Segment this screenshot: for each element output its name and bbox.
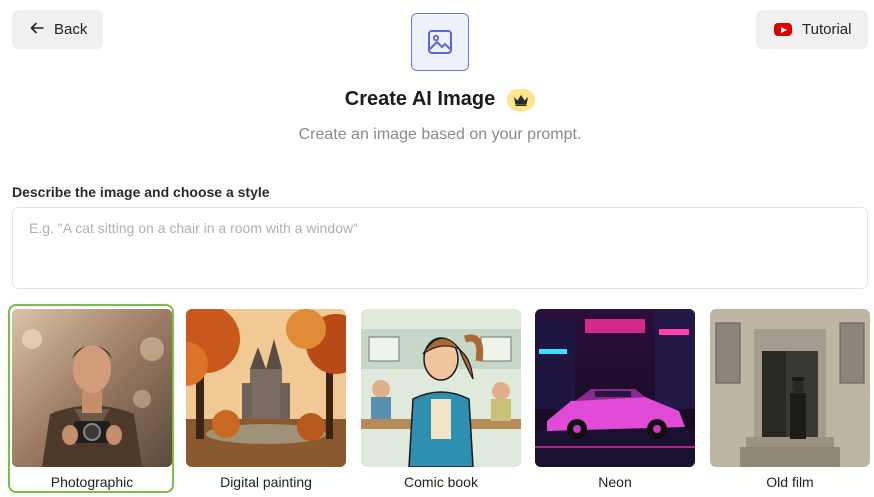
style-label: Photographic (50, 474, 134, 490)
style-thumbnail (186, 309, 346, 467)
style-thumbnail (12, 309, 172, 467)
tutorial-label: Tutorial (802, 21, 852, 38)
prompt-input[interactable] (12, 207, 868, 289)
style-label: Neon (598, 474, 632, 490)
style-thumbnail (535, 309, 695, 467)
back-button[interactable]: Back (12, 10, 103, 49)
style-thumbnail (361, 309, 521, 467)
prompt-label: Describe the image and choose a style (12, 184, 270, 200)
tutorial-button[interactable]: Tutorial (756, 10, 868, 49)
style-label: Digital painting (220, 474, 312, 490)
page-title: Create AI Image (344, 88, 496, 110)
style-label: Comic book (404, 474, 478, 490)
back-label: Back (54, 21, 88, 38)
youtube-icon (774, 23, 792, 36)
style-label: Old film (766, 474, 814, 490)
crown-icon (507, 88, 536, 111)
arrow-left-icon (30, 21, 44, 39)
style-thumbnail (710, 309, 870, 467)
title-row: Create AI Image (0, 88, 874, 111)
image-icon (411, 13, 469, 71)
page-subtitle: Create an image based on your prompt. (298, 126, 582, 143)
